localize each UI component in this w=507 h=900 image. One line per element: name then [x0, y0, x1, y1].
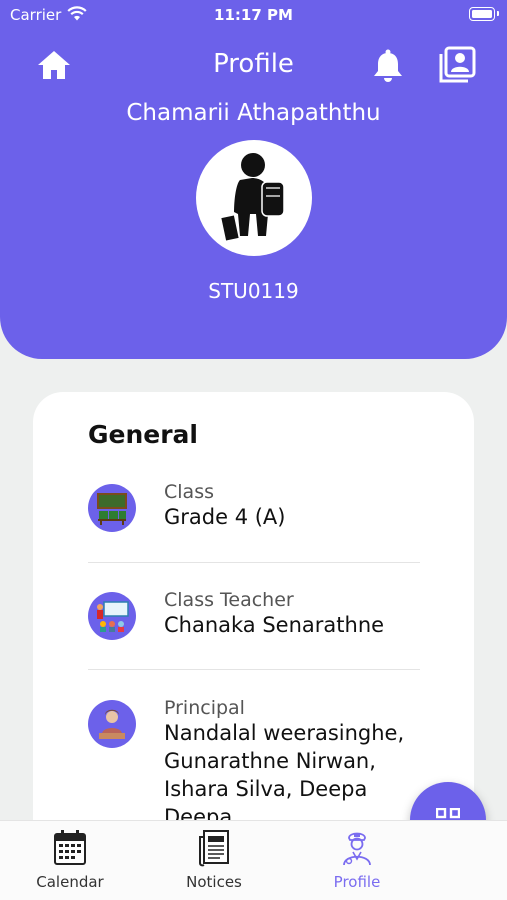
tab-calendar[interactable]: Calendar — [10, 829, 130, 899]
contact-book-icon[interactable] — [439, 46, 476, 83]
principal-value: Nandalal weerasinghe, Gunarathne Nirwan,… — [164, 721, 405, 829]
principal-label: Principal — [164, 697, 245, 719]
calendar-icon — [54, 830, 86, 865]
class-teacher-label: Class Teacher — [164, 589, 294, 611]
class-teacher-value: Chanaka Senarathne — [164, 613, 385, 637]
student-with-backpack-icon — [219, 153, 285, 242]
classroom-icon — [88, 484, 136, 532]
bell-icon[interactable] — [372, 48, 404, 84]
section-title: General — [88, 420, 198, 449]
tab-label: Calendar — [36, 873, 104, 891]
tab-label: Notices — [186, 873, 242, 891]
divider — [88, 669, 420, 670]
tab-profile[interactable]: Profile — [297, 829, 417, 899]
divider — [88, 562, 420, 563]
page-title: Profile — [213, 49, 294, 79]
newspaper-icon — [199, 830, 229, 867]
tab-label: Profile — [333, 873, 381, 891]
class-value: Grade 4 (A) — [164, 505, 286, 529]
class-label: Class — [164, 481, 214, 503]
student-name: Chamarii Athapaththu — [126, 100, 381, 126]
status-bar: Carrier 11:17 PM — [0, 0, 507, 30]
bottom-tab-bar: Calendar Notices Profile — [0, 820, 507, 900]
tab-notices[interactable]: Notices — [154, 829, 274, 899]
clock: 11:17 PM — [214, 6, 293, 24]
battery-icon — [469, 7, 499, 21]
principal-icon — [88, 700, 136, 748]
avatar — [196, 140, 312, 256]
teacher-icon — [88, 592, 136, 640]
profile-header: Carrier 11:17 PM Profile Chamarii Athapa… — [0, 0, 507, 359]
student-id: STU0119 — [208, 279, 299, 303]
profile-icon — [343, 832, 371, 866]
